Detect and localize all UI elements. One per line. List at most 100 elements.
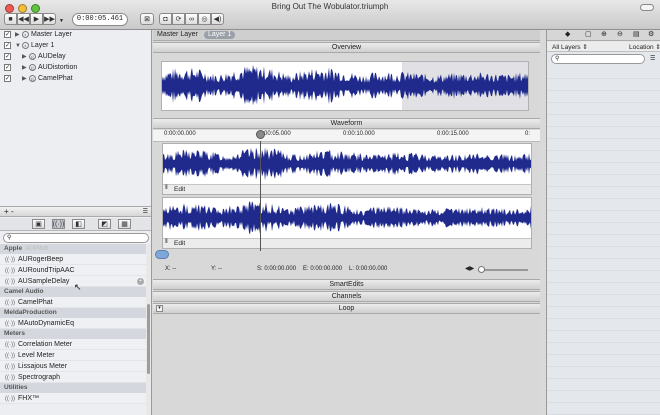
tab-vst[interactable]: ◧ [72,219,85,229]
right-sidebar: ◆ ▢ ⊕ ⊖ ▤ ⚙ All Layers ⇕ Location ⇕ ⚲ ☰ [546,30,660,415]
effect-row-audelay[interactable]: ✓ ▶ (( AUDelay [0,52,150,62]
loop-header[interactable]: Loop [153,303,540,314]
playhead-handle[interactable] [256,130,265,139]
overview-waveform-graphic [162,62,528,110]
zoom-out-icon[interactable]: ⊖ [617,30,623,38]
marker-list[interactable] [547,67,660,415]
zoom-slider-thumb[interactable] [478,266,485,273]
plugin-item[interactable]: ((·)) MAutoDynamicEq [0,318,146,329]
plugin-item[interactable]: ((·)) AURoundTripAAC [0,265,146,276]
grid-icon: ▦ [121,221,128,228]
play-button[interactable]: ▶ [30,13,43,25]
plugin-category-header: Camel Audio [0,287,146,297]
remove-layer-button[interactable]: - [11,207,14,216]
loop-button[interactable]: ∞ [185,13,198,25]
comment-icon[interactable]: ▢ [585,30,592,38]
audio-unit-icon: ((·)) [5,375,15,381]
plugin-item[interactable]: ((·)) CamelPhat [0,297,146,308]
overview-waveform[interactable] [161,61,529,111]
tab-audio-units[interactable]: ((·)) [52,219,65,229]
transport-menu-arrow-icon[interactable]: ▼ [59,18,64,24]
volume-button[interactable]: ◀) [211,13,224,25]
plugin-item[interactable]: ((·)) Correlation Meter [0,339,146,350]
shield-icon: ◘ [163,15,168,23]
channel-2-edit-bar[interactable]: ⦀ Edit [163,238,531,248]
disclosure-right-icon[interactable]: ▶ [22,63,27,73]
settings-icon[interactable]: ⚙ [648,30,654,38]
layer-checkbox[interactable]: ✓ [4,42,11,49]
effect-label: AUDelay [38,53,66,60]
square-icon: ◩ [101,221,108,228]
effect-row-camelphat[interactable]: ✓ ▶ (( CamelPhat [0,74,150,84]
marker-search-input[interactable]: ⚲ [551,54,645,64]
effect-checkbox[interactable]: ✓ [4,75,11,82]
mode-button-1[interactable]: ◘ [159,13,172,25]
zoom-knob[interactable] [155,250,169,259]
marker-icon[interactable]: ◆ [565,30,570,38]
plugin-item[interactable]: ((·)) Lissajous Meter [0,361,146,372]
location-sort-popup[interactable]: Location ⇕ [629,43,660,51]
zoom-slider[interactable] [478,269,528,271]
disclosure-right-icon[interactable]: ▶ [15,30,20,40]
channel-1-waveform[interactable]: ⦀ Edit [162,143,532,195]
speaker-icon: ◀) [213,16,222,23]
layer-checkbox[interactable]: ✓ [4,31,11,38]
breadcrumb-current-layer[interactable]: Layer 1 [204,31,236,39]
effect-checkbox[interactable]: ✓ [4,64,11,71]
tab-scripts[interactable]: ▦ [118,219,131,229]
keyboard-icon: ▣ [35,221,42,228]
effect-row-audistortion[interactable]: ✓ ▶ (( AUDistortion [0,63,150,73]
bookmark-icon[interactable]: ▤ [633,30,640,38]
ruler-tick-label: 0: [525,131,531,137]
scrollbar-thumb[interactable] [147,304,150,374]
plugin-item[interactable]: ((·)) Spectrograph [0,372,146,383]
plugin-item[interactable]: ((·)) Level Meter [0,350,146,361]
marker-button[interactable]: ⊠ [140,13,154,25]
layer-row-layer1[interactable]: ✓ ▼ ◐ Layer 1 [0,41,150,51]
disclosure-down-icon[interactable]: ▼ [15,41,21,51]
zoom-in-icon[interactable]: ⊕ [601,30,607,38]
waveform-header[interactable]: Waveform [153,118,540,129]
fast-forward-button[interactable]: ▶▶ [43,13,56,25]
disclosure-right-icon[interactable]: ▶ [22,74,27,84]
tab-generators[interactable]: ◩ [98,219,111,229]
layer-filter-popup[interactable]: All Layers ⇕ [552,43,588,51]
time-ruler[interactable]: 0:00:00.000 0:00:05.000 0:00:10.000 0:00… [153,130,540,142]
menu-lines-icon[interactable]: ☰ [650,55,655,62]
channel-2-graphic [163,201,531,235]
channel-1-graphic [163,147,531,181]
loop-toggle-button[interactable]: ▾ [156,305,163,312]
plugin-item[interactable]: ((·)) AUSampleDelay + [0,276,146,287]
overview-header[interactable]: Overview [153,42,540,53]
cycle-icon: ⟳ [175,16,182,23]
audio-unit-icon: ((·)) [5,279,15,285]
add-layer-button[interactable]: + [4,207,9,216]
channel-1-edit-bar[interactable]: ⦀ Edit [163,184,531,194]
audio-unit-icon: ((·)) [5,342,15,348]
tape-icon: ◎ [201,16,208,23]
plugin-list-scrollbar[interactable] [146,244,151,415]
mode-button-2[interactable]: ⟳ [172,13,185,25]
rewind-button[interactable]: ◀◀ [17,13,30,25]
smartedits-header[interactable]: SmartEdits [153,279,540,290]
plugin-category-header: MeldaProduction [0,308,146,318]
breadcrumb-master-layer[interactable]: Master Layer [157,31,198,38]
record-button[interactable]: ◎ [198,13,211,25]
tab-instruments[interactable]: ▣ [32,219,45,229]
stop-button[interactable]: ■ [4,13,17,25]
time-display[interactable]: 0:00:05.461 [72,13,128,26]
add-plugin-button[interactable]: + [137,278,144,285]
plugin-search-input[interactable]: ⚲ [3,233,149,243]
layer-row-master[interactable]: ✓ ▶ ◐ Master Layer [0,30,150,40]
plugin-item[interactable]: ((·)) FHX™ [0,393,146,404]
layer-icon: ◐ [22,31,29,38]
readout-y: Y: -- [211,266,223,272]
channel-2-waveform[interactable]: ⦀ Edit [162,197,532,249]
effect-checkbox[interactable]: ✓ [4,53,11,60]
channels-header[interactable]: Channels [153,291,540,302]
menu-lines-icon[interactable]: ☰ [143,208,148,215]
toolbar-toggle-button[interactable] [640,4,654,11]
plugin-item[interactable]: ((·)) AURogerBeep [0,254,146,265]
disclosure-right-icon[interactable]: ▶ [22,52,27,62]
plugin-type-tabs: ▣ ((·)) ◧ ◩ ▦ [0,218,151,231]
